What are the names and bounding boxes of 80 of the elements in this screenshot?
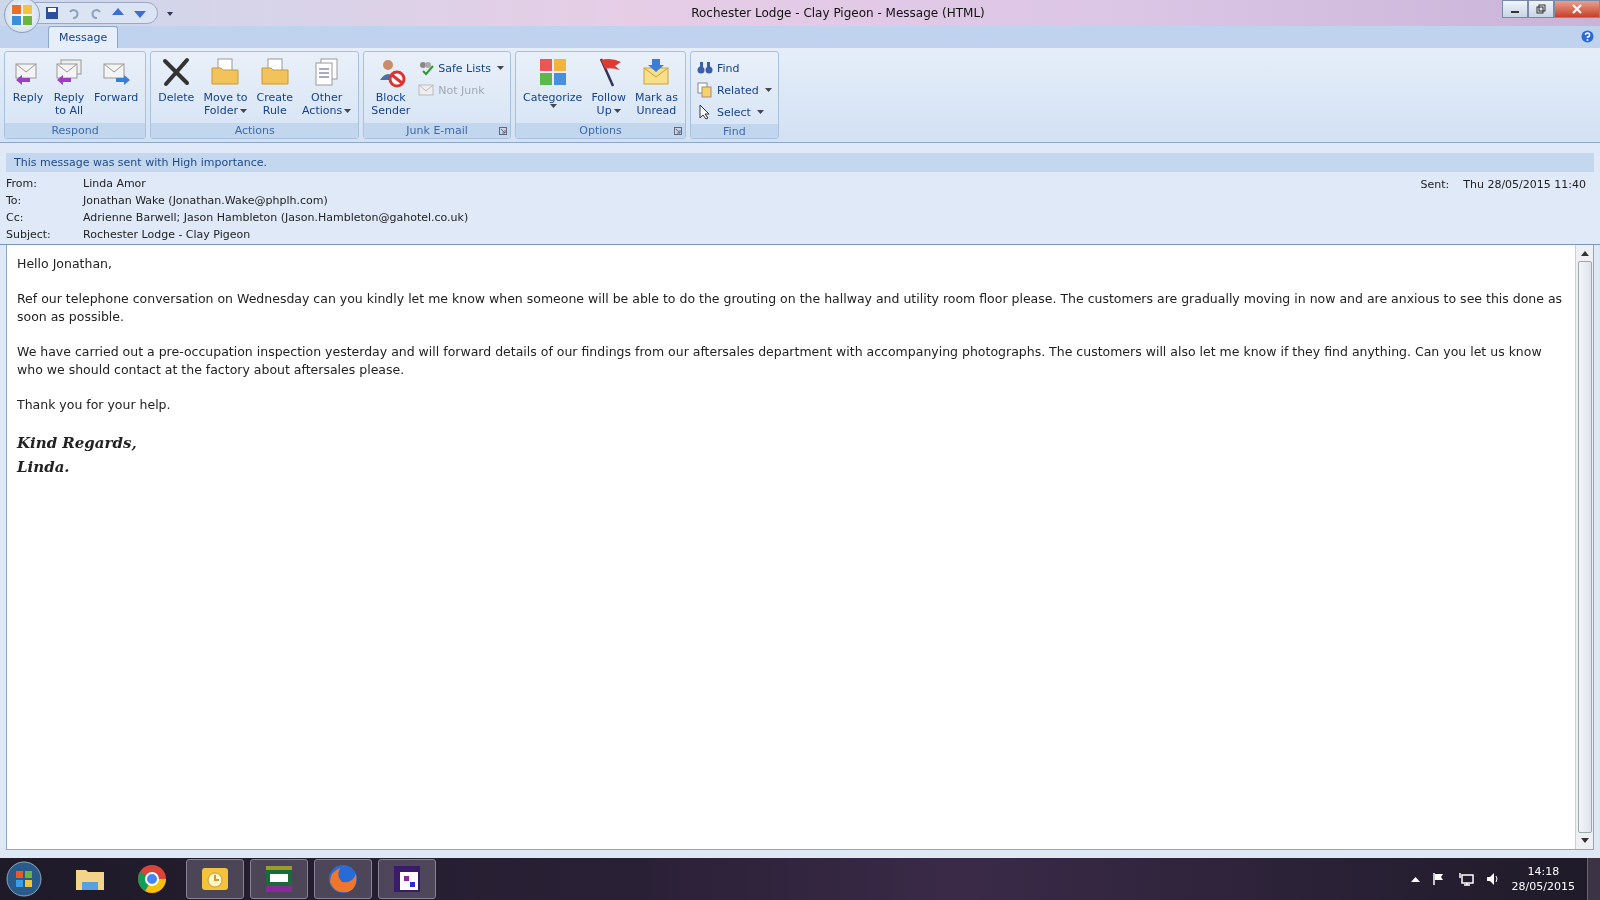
caret-icon [764,87,772,93]
scroll-down-icon[interactable] [1579,837,1590,845]
ribbon-tab[interactable]: Message [48,26,119,48]
header-label: To: [6,194,23,207]
restore-button[interactable] [1528,0,1554,18]
binoculars-icon [697,60,713,76]
ribbon-button[interactable]: Related [694,80,775,100]
folder-document-icon [209,56,242,88]
dialog-launcher-icon[interactable] [674,127,682,135]
minimize-icon [1511,11,1519,13]
header-value: Linda Amor [83,177,146,190]
header-label: Sent: [1420,178,1450,191]
browser-icon [135,862,169,896]
caret-icon [344,108,352,114]
ribbon-button[interactable]: Safe Lists [415,58,508,78]
ribbon-button[interactable]: Categorize [519,54,587,111]
clock[interactable]: 14:18 28/05/2015 [1511,864,1575,894]
caret-icon [550,104,558,109]
customize-caret-icon[interactable] [166,9,174,17]
envelope-icon [418,82,435,98]
group-label: Find [723,124,746,138]
documents-icon [697,82,713,98]
body-paragraph: Ref our telephone conversation on Wednesday can you kindly let me know when someone will be able to do the grouting on the hallway and utility room floor please. The customers are gradually moving in now and are anxious to see this done as soon as possible. [17,290,1564,326]
ribbon-button[interactable]: Find [694,58,775,78]
flag-icon[interactable] [1431,872,1446,886]
ribbon-button[interactable]: Other Actions [298,54,356,119]
close-button[interactable] [1554,0,1600,18]
ribbon-button[interactable]: Block Sender [367,54,415,119]
envelopes-left-arrow-icon [53,56,85,88]
ribbon-button[interactable]: Move to Folder [199,54,252,119]
dialog-launcher-icon[interactable] [499,127,508,135]
speaker-icon[interactable] [1485,872,1500,886]
header-value: Adrienne Barwell; Jason Hambleton (Jason.Hambleton@gahotel.co.uk) [83,211,469,224]
ribbon-button[interactable]: Create Rule [252,54,297,119]
signature-text: Linda. [17,457,71,478]
group-label: Actions [234,124,275,137]
window-title: Rochester Lodge - Clay Pigeon - Message (HTML) [690,6,986,20]
office-logo-icon [9,2,35,28]
header-label: Subject: [6,228,52,241]
network-icon[interactable] [1457,872,1474,886]
minimize-button[interactable] [1502,0,1528,18]
close-icon [1572,4,1582,14]
header-value: Jonathan Wake (Jonathan.Wake@phplh.com) [83,194,328,207]
restore-icon [1536,4,1546,14]
ribbon-button[interactable]: Select [694,102,775,122]
taskbar-button[interactable] [250,859,308,899]
taskbar-button[interactable] [378,859,436,899]
caret-icon [497,65,505,71]
group-label: Respond [51,124,99,137]
ribbon-button[interactable]: Mark as Unread [630,54,682,119]
save-icon[interactable] [45,6,59,20]
caret-icon [239,108,247,114]
caret-icon [613,108,621,114]
group-label: Junk E-mail [406,124,468,137]
ribbon-button[interactable]: Reply [8,54,48,106]
signature-text: Kind Regards, [17,433,138,454]
header-value: Thu 28/05/2015 11:40 [1463,178,1586,191]
importance-banner: This message was sent with High importance. [6,153,1594,172]
start-orb-icon[interactable] [6,861,42,897]
header-label: From: [6,177,38,190]
fox-globe-icon [326,862,360,896]
body-paragraph: We have carried out a pre-occupation inspection yesterday and will forward details of our findings from our aftersales department with accompanying photographs. The customers will also let me know if they find anything. Can you let us know who we should contact at the factory about aftersales please. [17,343,1543,379]
group-label: Options [579,124,622,137]
ribbon-button[interactable]: Delete [154,54,199,106]
ribbon-button[interactable]: Reply to All [49,54,89,119]
people-check-icon [418,60,435,76]
help-icon[interactable] [1581,30,1594,43]
header-label: Cc: [6,211,25,224]
caret-icon [756,109,764,115]
taskbar-button[interactable] [186,859,244,899]
body-paragraph: Hello Jonathan, [17,255,113,273]
vertical-scrollbar[interactable] [1575,245,1593,849]
ribbon-button[interactable]: Follow Up [587,54,630,119]
header-value: Rochester Lodge - Clay Pigeon [83,228,251,241]
ribbon-button[interactable]: Forward [90,54,143,106]
show-hidden-icons-icon[interactable] [1410,875,1420,883]
folder-icon [258,56,291,88]
scroll-thumb[interactable] [1577,261,1592,833]
body-paragraph: Thank you for your help. [17,396,172,414]
scroll-up-icon[interactable] [1579,249,1590,257]
